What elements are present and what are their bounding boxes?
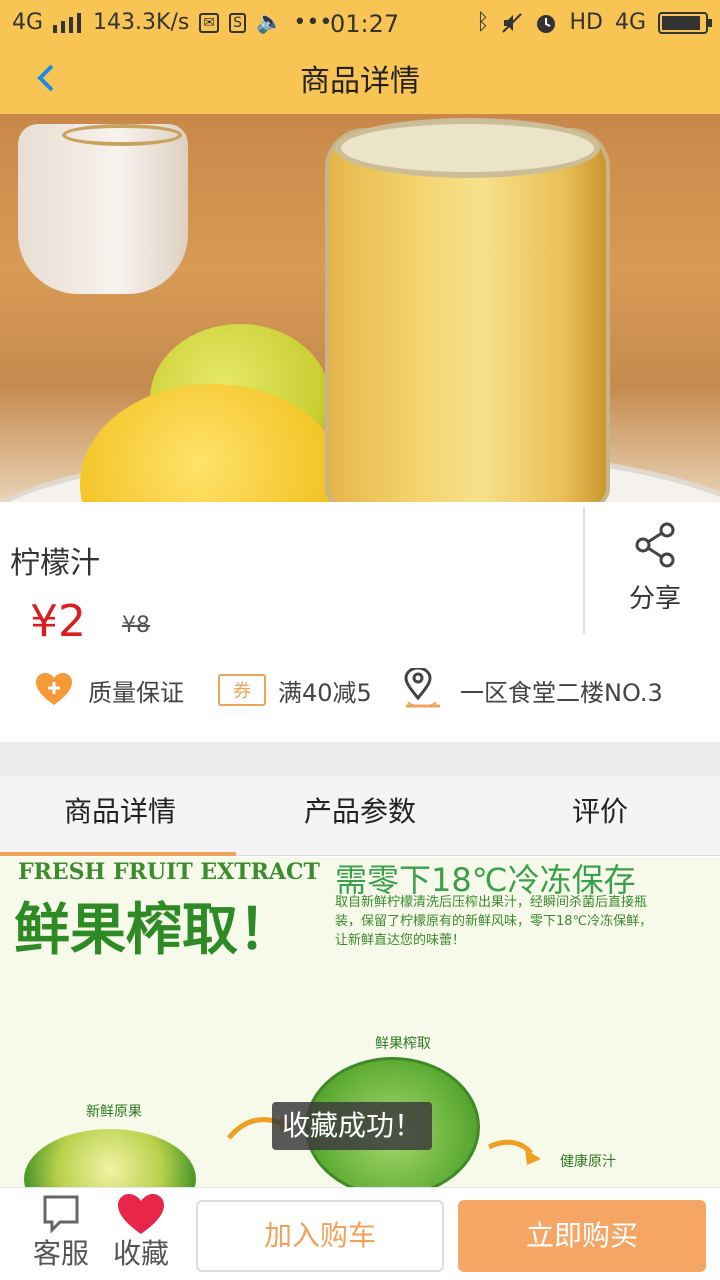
bottom-bar: 客服 收藏 加入购车 立即购买 (0, 1187, 720, 1280)
tab-parameters[interactable]: 产品参数 (240, 776, 480, 856)
detail-tabs: 商品详情 产品参数 评价 (0, 776, 720, 856)
detail-label-juice: 健康原汁 (560, 1154, 616, 1170)
detail-big-title: 鲜果榨取！ (14, 898, 294, 963)
tab-product-details[interactable]: 商品详情 (0, 776, 240, 856)
toast-message: 收藏成功！ (272, 1102, 433, 1150)
product-price: ¥2 (30, 596, 86, 647)
status-left: 4G 143.3K/s ✉ S 🔈 ••• (12, 10, 332, 35)
detail-paragraph: 取自新鲜柠檬清洗后压榨出果汁，经瞬间杀菌后直接瓶装，保留了柠檬原有的新鲜风味，零… (335, 895, 653, 948)
tab-label: 评价 (571, 795, 628, 828)
detail-label-fresh: 新鲜原果 (86, 1104, 142, 1120)
jar-shape (325, 128, 610, 502)
status-time: 01:27 (330, 10, 400, 38)
jar-neck-shape (335, 118, 600, 178)
lime-slice-shape (24, 1129, 196, 1187)
volume-icon: 🔈 (255, 10, 284, 35)
product-info: 柠檬汁 ¥2 ¥8 分享 质量保证 券 满40减5 一区食堂二楼NO.3 (0, 502, 720, 742)
divider (583, 508, 585, 634)
page-title: 商品详情 (300, 64, 420, 99)
network-speed: 143.3K/s (93, 10, 190, 35)
detail-en-title: FRESH FRUIT EXTRACT (18, 859, 320, 885)
heart-plus-icon (36, 673, 72, 705)
product-tags: 质量保证 券 满40减5 一区食堂二楼NO.3 (0, 662, 720, 718)
arrow-right-icon (487, 1139, 541, 1165)
signal-icon (53, 12, 82, 33)
more-icon: ••• (293, 10, 333, 35)
buy-now-button[interactable]: 立即购买 (458, 1200, 706, 1272)
tab-label: 产品参数 (303, 795, 416, 828)
service-label: 客服 (32, 1237, 89, 1270)
mute-icon (502, 12, 523, 33)
share-label: 分享 (628, 584, 681, 614)
tab-reviews[interactable]: 评价 (480, 776, 720, 856)
s-app-icon: S (229, 12, 246, 33)
product-image[interactable] (0, 114, 720, 502)
tag-label: 一区食堂二楼NO.3 (460, 678, 663, 707)
pitcher-shape (18, 124, 188, 294)
tag-location[interactable]: 一区食堂二楼NO.3 (402, 662, 663, 718)
battery-icon (658, 11, 712, 34)
original-price: ¥8 (122, 613, 150, 638)
network-type: 4G (12, 10, 44, 35)
status-right: ᛒ HD 4G (476, 10, 712, 35)
section-gap (0, 742, 720, 776)
app-root: 4G 143.3K/s ✉ S 🔈 ••• 01:27 ᛒ HD 4G 商品详情 (0, 0, 720, 1280)
share-icon (635, 522, 675, 568)
product-name: 柠檬汁 (10, 546, 100, 581)
hd-label: HD (569, 10, 603, 35)
status-bar: 4G 143.3K/s ✉ S 🔈 ••• 01:27 ᛒ HD 4G (0, 0, 720, 48)
tag-quality: 质量保证 (36, 662, 184, 718)
network-type-right: 4G (614, 10, 646, 35)
tab-label: 商品详情 (63, 795, 176, 828)
tag-label: 质量保证 (88, 678, 184, 707)
add-to-cart-button[interactable]: 加入购车 (196, 1200, 444, 1272)
tag-coupon[interactable]: 券 满40减5 (218, 662, 372, 718)
service-button[interactable]: 客服 (26, 1194, 96, 1274)
coupon-icon: 券 (218, 674, 266, 706)
detail-label-extract: 鲜果榨取 (375, 1036, 431, 1052)
favorite-label: 收藏 (112, 1237, 169, 1270)
app-notification-icon: ✉ (199, 12, 220, 33)
tag-label: 满40减5 (278, 678, 372, 707)
chat-bubble-icon (43, 1195, 79, 1234)
share-button[interactable]: 分享 (600, 522, 710, 632)
heart-icon (118, 1194, 164, 1234)
tab-active-indicator (0, 852, 236, 856)
nav-bar: 商品详情 (0, 48, 720, 114)
favorite-button[interactable]: 收藏 (106, 1194, 176, 1274)
alarm-icon (537, 14, 556, 33)
location-pin-icon (404, 668, 440, 708)
bluetooth-icon: ᛒ (476, 10, 490, 35)
